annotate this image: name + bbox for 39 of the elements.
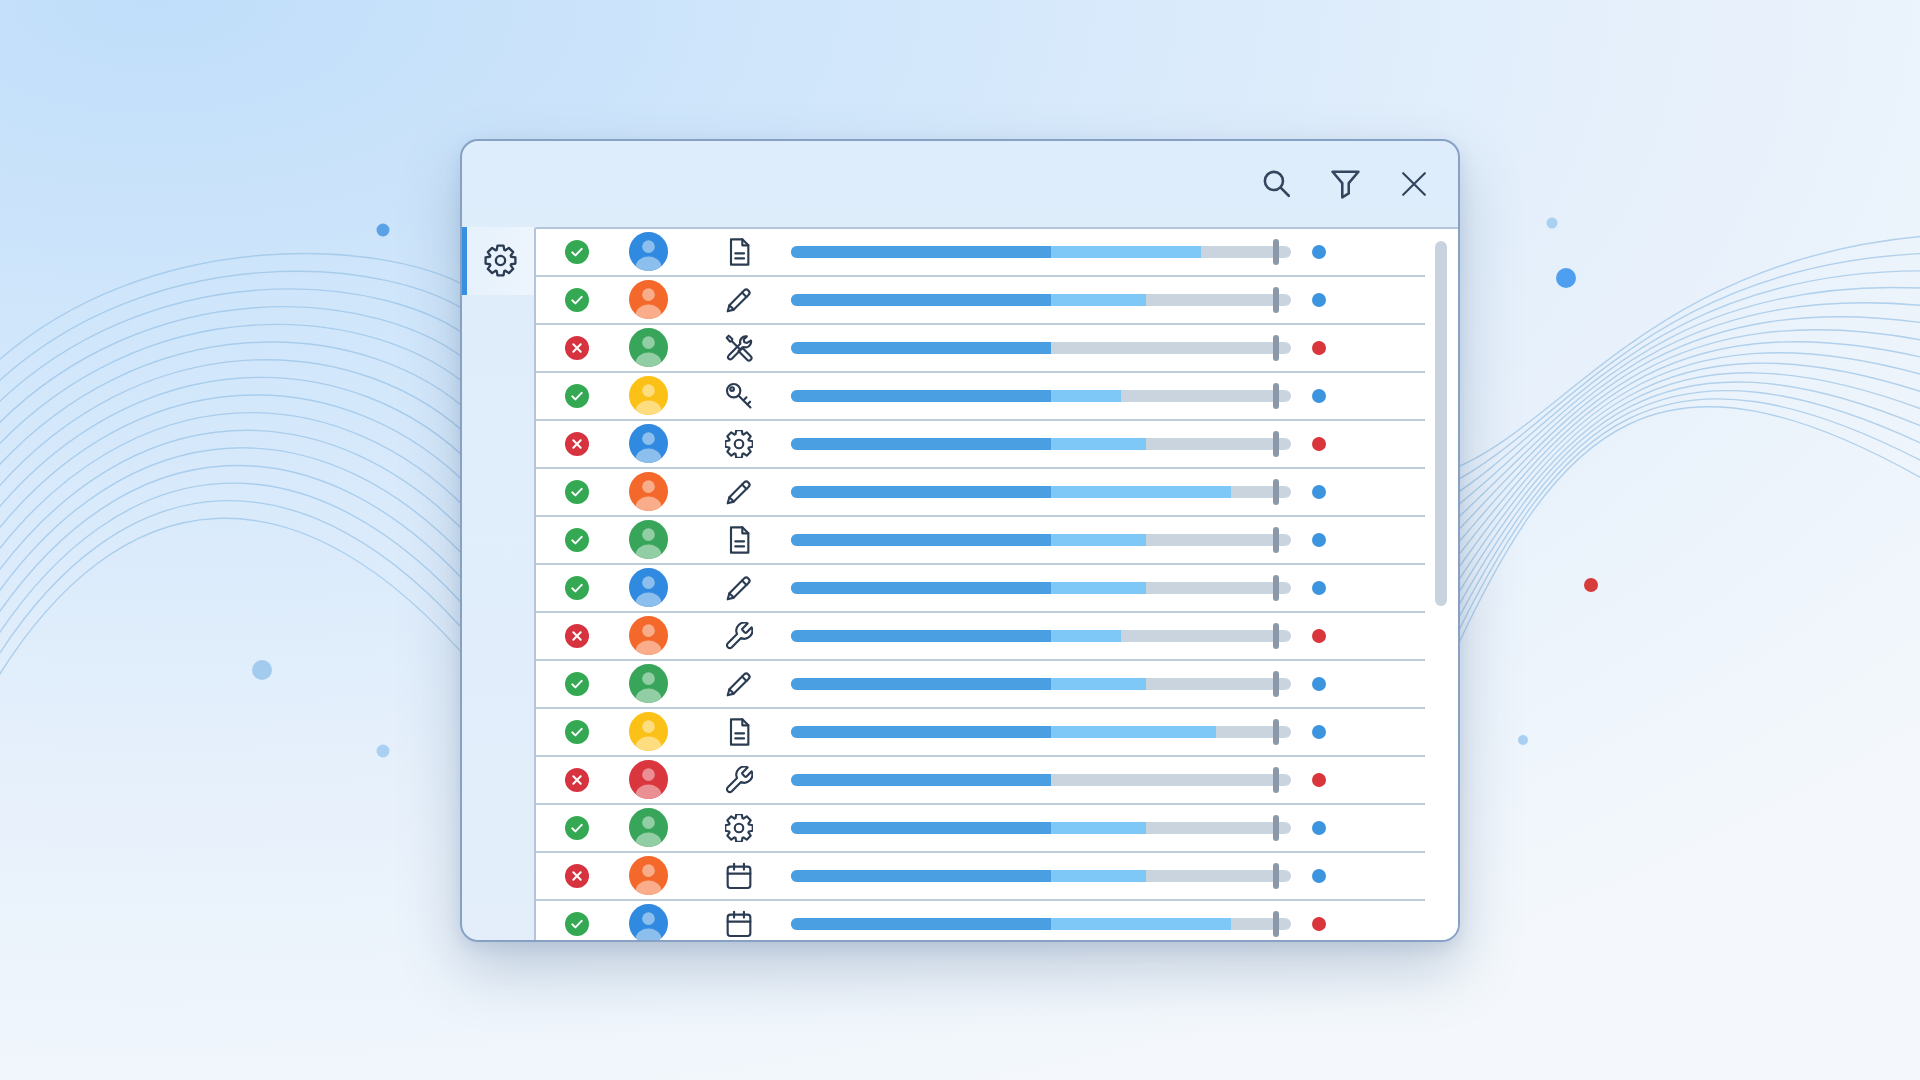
decorative-dot-icon [1518, 735, 1528, 745]
pencil-icon [725, 285, 753, 314]
slider-handle[interactable] [1273, 622, 1279, 649]
slider-handle[interactable] [1273, 238, 1279, 265]
gear-icon [725, 429, 753, 458]
calendar-icon [725, 909, 753, 938]
slider-handle[interactable] [1273, 286, 1279, 313]
decorative-dot-icon [376, 744, 390, 758]
decorative-dot-icon [252, 660, 272, 680]
close-icon [1401, 170, 1427, 197]
slider-handle[interactable] [1273, 766, 1279, 793]
scrollbar-thumb[interactable] [1435, 240, 1447, 606]
sidebar-item[interactable] [462, 226, 534, 295]
gear-icon [725, 813, 753, 842]
slider-handle[interactable] [1273, 382, 1279, 409]
filter-icon [1329, 168, 1361, 199]
pencil-icon [725, 477, 753, 506]
slider-handle[interactable] [1273, 334, 1279, 361]
slider-handle[interactable] [1273, 670, 1279, 697]
slider-handle[interactable] [1273, 478, 1279, 505]
gear-icon [484, 244, 517, 277]
decorative-dot-icon [376, 223, 390, 237]
pencil-icon [725, 669, 753, 698]
wrench-icon [725, 765, 753, 794]
pencil-icon [725, 573, 753, 602]
slider-handle[interactable] [1273, 430, 1279, 457]
decorative-dot-icon [1546, 217, 1558, 229]
slider-handle[interactable] [1273, 718, 1279, 745]
wrench-icon [725, 621, 753, 650]
decorative-dot-icon [1556, 268, 1576, 288]
slider-handle[interactable] [1273, 526, 1279, 553]
slider-handle[interactable] [1273, 910, 1279, 937]
key-icon [725, 381, 753, 410]
slider-handle[interactable] [1273, 862, 1279, 889]
slider-handle[interactable] [1273, 574, 1279, 601]
calendar-icon [725, 861, 753, 890]
slider-handle[interactable] [1273, 814, 1279, 841]
decorative-dot-icon [1584, 578, 1598, 592]
tools-icon [725, 333, 753, 362]
